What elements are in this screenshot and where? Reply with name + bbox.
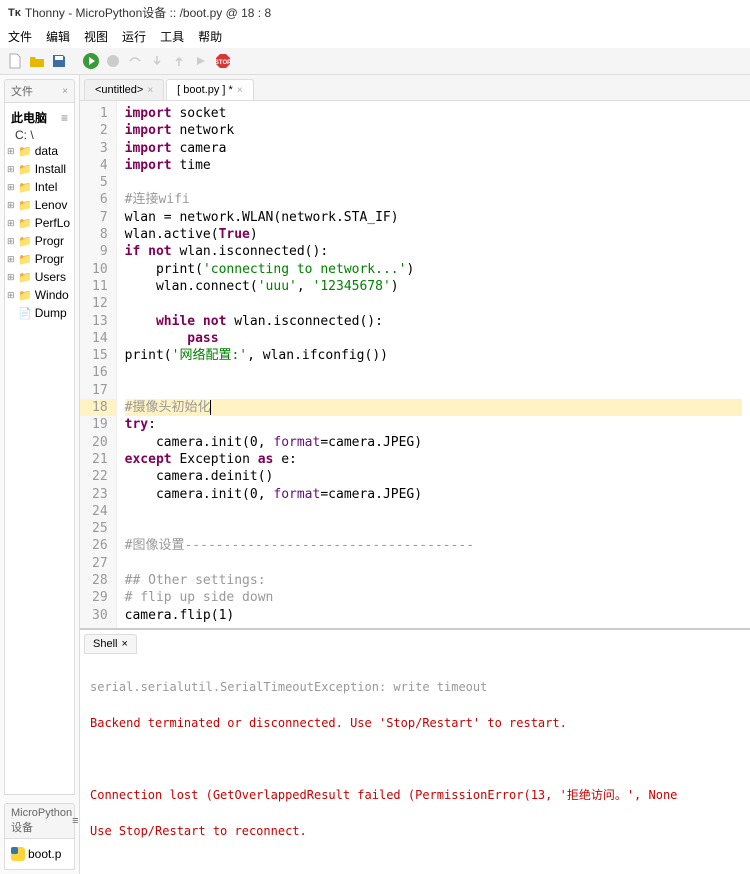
open-file-button[interactable] [28,52,46,70]
expand-icon[interactable]: ⊞ [7,182,15,193]
tree-file-item[interactable]: 📄Dump [7,304,72,322]
python-icon [11,847,25,861]
tree-folder-item[interactable]: ⊞📁data [7,142,72,160]
tree-root[interactable]: 此电脑 ≡ [7,107,72,128]
expand-icon[interactable]: ⊞ [7,290,15,301]
folder-name: Intel [35,180,58,194]
file-tree[interactable]: 此电脑 ≡ C: \ ⊞📁data⊞📁Install⊞📁Intel⊞📁Lenov… [4,103,75,795]
debug-button [104,52,122,70]
folder-icon: 📁 [18,199,32,212]
expand-icon[interactable]: ⊞ [7,146,15,157]
step-out-button [170,52,188,70]
editor-tabs: <untitled> × [ boot.py ] * × [80,75,750,101]
expand-icon[interactable]: ⊞ [7,164,15,175]
device-panel-label: MicroPython设备 [11,807,72,835]
folder-name: Progr [35,234,64,248]
folder-icon: 📁 [18,253,32,266]
expand-icon[interactable]: ⊞ [7,218,15,229]
folder-name: Install [35,162,66,176]
device-file-item[interactable]: boot.p [11,845,68,863]
file-name: Dump [35,306,67,320]
tree-folder-item[interactable]: ⊞📁PerfLo [7,214,72,232]
menu-help[interactable]: 帮助 [198,28,222,45]
expand-icon[interactable]: ⊞ [7,200,15,211]
folder-name: Users [35,270,66,284]
expand-icon[interactable]: ⊞ [7,272,15,283]
device-file-name: boot.p [28,847,61,861]
menu-edit[interactable]: 编辑 [46,28,70,45]
app-icon: Tᴋ [8,7,21,19]
tab-untitled[interactable]: <untitled> × [84,79,164,100]
files-panel-header: 文件 × [4,79,75,103]
menu-run[interactable]: 运行 [122,28,146,45]
expand-icon[interactable]: ⊞ [7,236,15,247]
tree-folder-item[interactable]: ⊞📁Progr [7,250,72,268]
tab-label: <untitled> [95,84,143,96]
stop-button[interactable]: STOP [214,52,232,70]
folder-icon: 📁 [18,145,32,158]
files-panel-label: 文件 [11,83,33,99]
folder-icon: 📁 [18,289,32,302]
folder-name: PerfLo [35,216,70,230]
code-content[interactable]: import socketimport networkimport camera… [117,101,750,628]
tree-folder-item[interactable]: ⊞📁Progr [7,232,72,250]
line-gutter: 1234567891011121314151617181920212223242… [80,101,117,628]
close-icon[interactable]: × [62,86,68,97]
folder-name: data [35,144,58,158]
toolbar: STOP [0,48,750,75]
menu-icon[interactable]: ≡ [72,815,78,827]
tree-folder-item[interactable]: ⊞📁Lenov [7,196,72,214]
run-button[interactable] [82,52,100,70]
expand-icon[interactable]: ⊞ [7,254,15,265]
folder-icon: 📁 [18,235,32,248]
root-label: 此电脑 [11,109,47,126]
step-over-button [126,52,144,70]
resume-button [192,52,210,70]
window-title: Thonny - MicroPython设备 :: /boot.py @ 18 … [25,4,271,21]
device-tree[interactable]: boot.p [4,839,75,870]
code-editor[interactable]: 1234567891011121314151617181920212223242… [80,101,750,628]
step-into-button [148,52,166,70]
tree-folder-item[interactable]: ⊞📁Install [7,160,72,178]
device-panel-header: MicroPython设备 ≡ [4,803,75,839]
tree-folder-item[interactable]: ⊞📁Users [7,268,72,286]
file-icon: 📄 [18,307,32,320]
tab-boot[interactable]: [ boot.py ] * × [166,79,254,100]
folder-name: Progr [35,252,64,266]
close-icon[interactable]: × [237,85,243,96]
menu-tools[interactable]: 工具 [160,28,184,45]
folder-name: Windo [35,288,69,302]
tree-folder-item[interactable]: ⊞📁Intel [7,178,72,196]
folder-name: Lenov [35,198,68,212]
folder-icon: 📁 [18,163,32,176]
shell-error: Backend terminated or disconnected. Use … [90,716,567,730]
folder-icon: 📁 [18,271,32,284]
close-icon[interactable]: × [147,85,153,96]
menu-file[interactable]: 文件 [8,28,32,45]
shell-error: Use Stop/Restart to reconnect. [90,824,307,838]
tree-folder-item[interactable]: ⊞📁Windo [7,286,72,304]
save-button[interactable] [50,52,68,70]
new-file-button[interactable] [6,52,24,70]
shell-label: Shell [93,638,117,650]
shell-output[interactable]: serial.serialutil.SerialTimeoutException… [80,654,750,874]
shell-line: serial.serialutil.SerialTimeoutException… [90,680,487,694]
tab-label: [ boot.py ] * [177,84,233,96]
close-icon[interactable]: × [121,638,127,650]
folder-icon: 📁 [18,217,32,230]
title-bar: Tᴋ Thonny - MicroPython设备 :: /boot.py @ … [0,0,750,25]
shell-panel: Shell × serial.serialutil.SerialTimeoutE… [80,628,750,874]
shell-error: Connection lost (GetOverlappedResult fai… [90,788,677,802]
menu-icon[interactable]: ≡ [61,111,68,125]
svg-text:STOP: STOP [215,60,231,66]
shell-tab[interactable]: Shell × [84,634,137,654]
sidebar: 文件 × 此电脑 ≡ C: \ ⊞📁data⊞📁Install⊞📁Intel⊞📁… [0,75,80,874]
folder-icon: 📁 [18,181,32,194]
menu-view[interactable]: 视图 [84,28,108,45]
root-path[interactable]: C: \ [7,128,72,142]
menu-bar: 文件 编辑 视图 运行 工具 帮助 [0,25,750,48]
